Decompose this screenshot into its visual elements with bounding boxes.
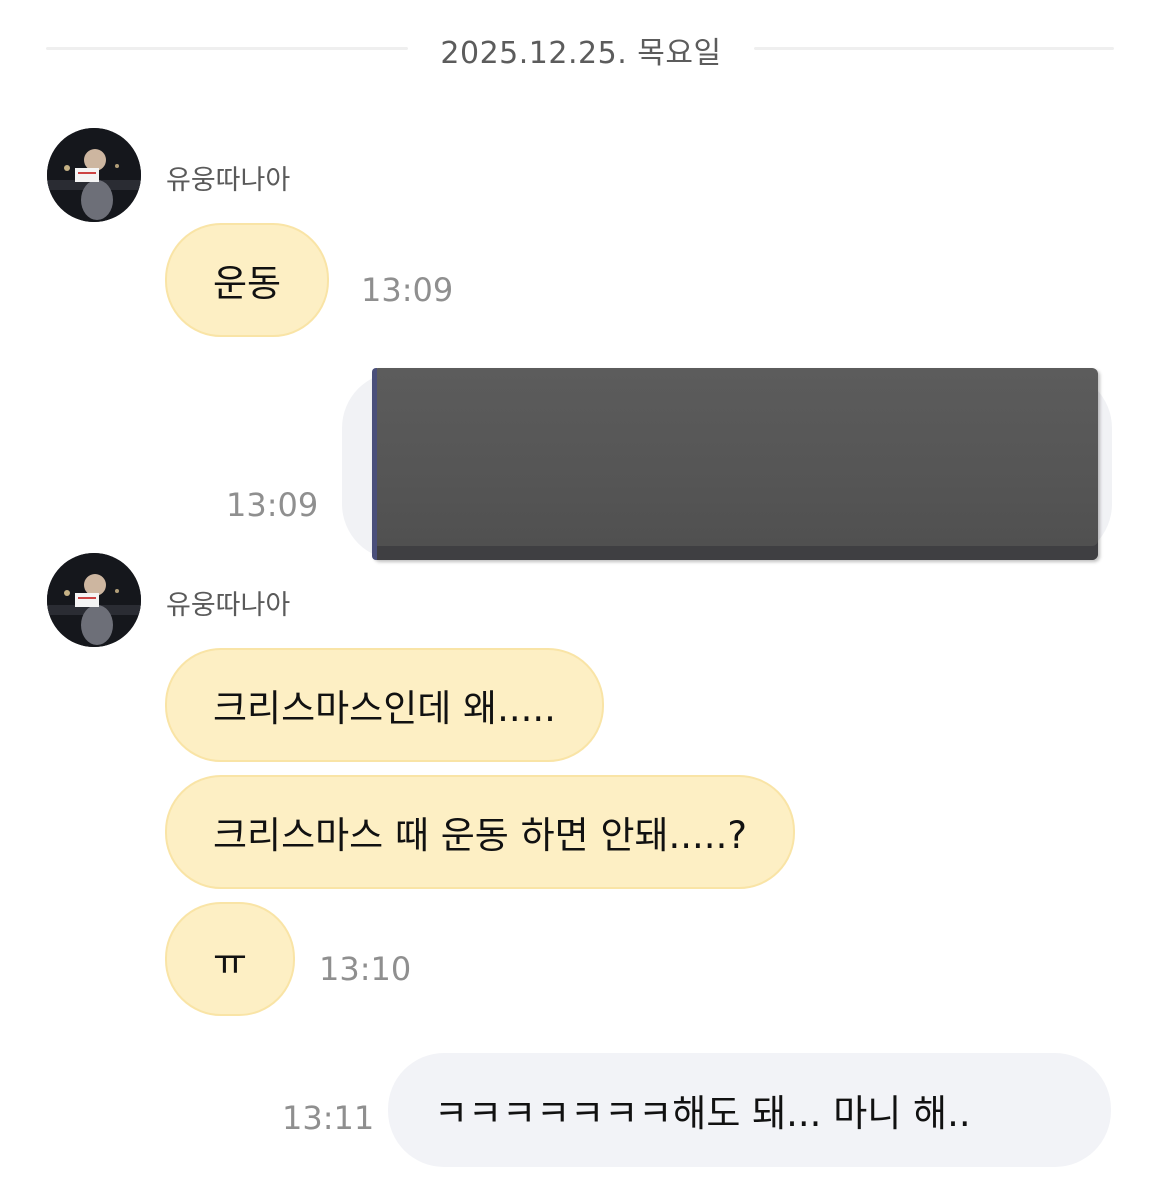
message-time: 13:11 (282, 1099, 375, 1137)
sender-name: 유웅따나아 (166, 165, 291, 196)
message-time: 13:09 (361, 271, 454, 309)
sender-avatar[interactable] (47, 553, 141, 647)
date-label: 2025.12.25. 목요일 (440, 36, 722, 71)
divider-line-left (46, 47, 408, 50)
message-text: ㅋㅋㅋㅋㅋㅋㅋ해도 돼... 마니 해.. (434, 1092, 971, 1135)
message-text: 크리스마스 때 운동 하면 안돼.....? (213, 814, 747, 857)
received-message-bubble[interactable]: 크리스마스인데 왜..... (165, 648, 604, 762)
divider-line-right (754, 47, 1114, 50)
date-divider: 2025.12.25. 목요일 (0, 20, 1160, 76)
message-time: 13:09 (226, 486, 319, 524)
chat-screen: 2025.12.25. 목요일 유웅따나아 운동 13:09 13:09 유웅따… (0, 0, 1160, 1200)
received-message-bubble[interactable]: ㅠ (165, 902, 296, 1016)
sent-image[interactable] (372, 368, 1098, 560)
message-text: 크리스마스인데 왜..... (213, 687, 556, 730)
message-text: 운동 (213, 262, 282, 305)
message-text: ㅠ (213, 941, 248, 984)
received-message-bubble[interactable]: 크리스마스 때 운동 하면 안돼.....? (165, 775, 795, 889)
avatar-photo-icon (47, 128, 141, 222)
sender-avatar[interactable] (47, 128, 141, 222)
sent-message-bubble[interactable]: ㅋㅋㅋㅋㅋㅋㅋ해도 돼... 마니 해.. (388, 1053, 1111, 1167)
sender-name: 유웅따나아 (166, 590, 291, 621)
received-message-bubble[interactable]: 운동 (165, 223, 330, 337)
message-time: 13:10 (319, 950, 412, 988)
avatar-photo-icon (47, 553, 141, 647)
